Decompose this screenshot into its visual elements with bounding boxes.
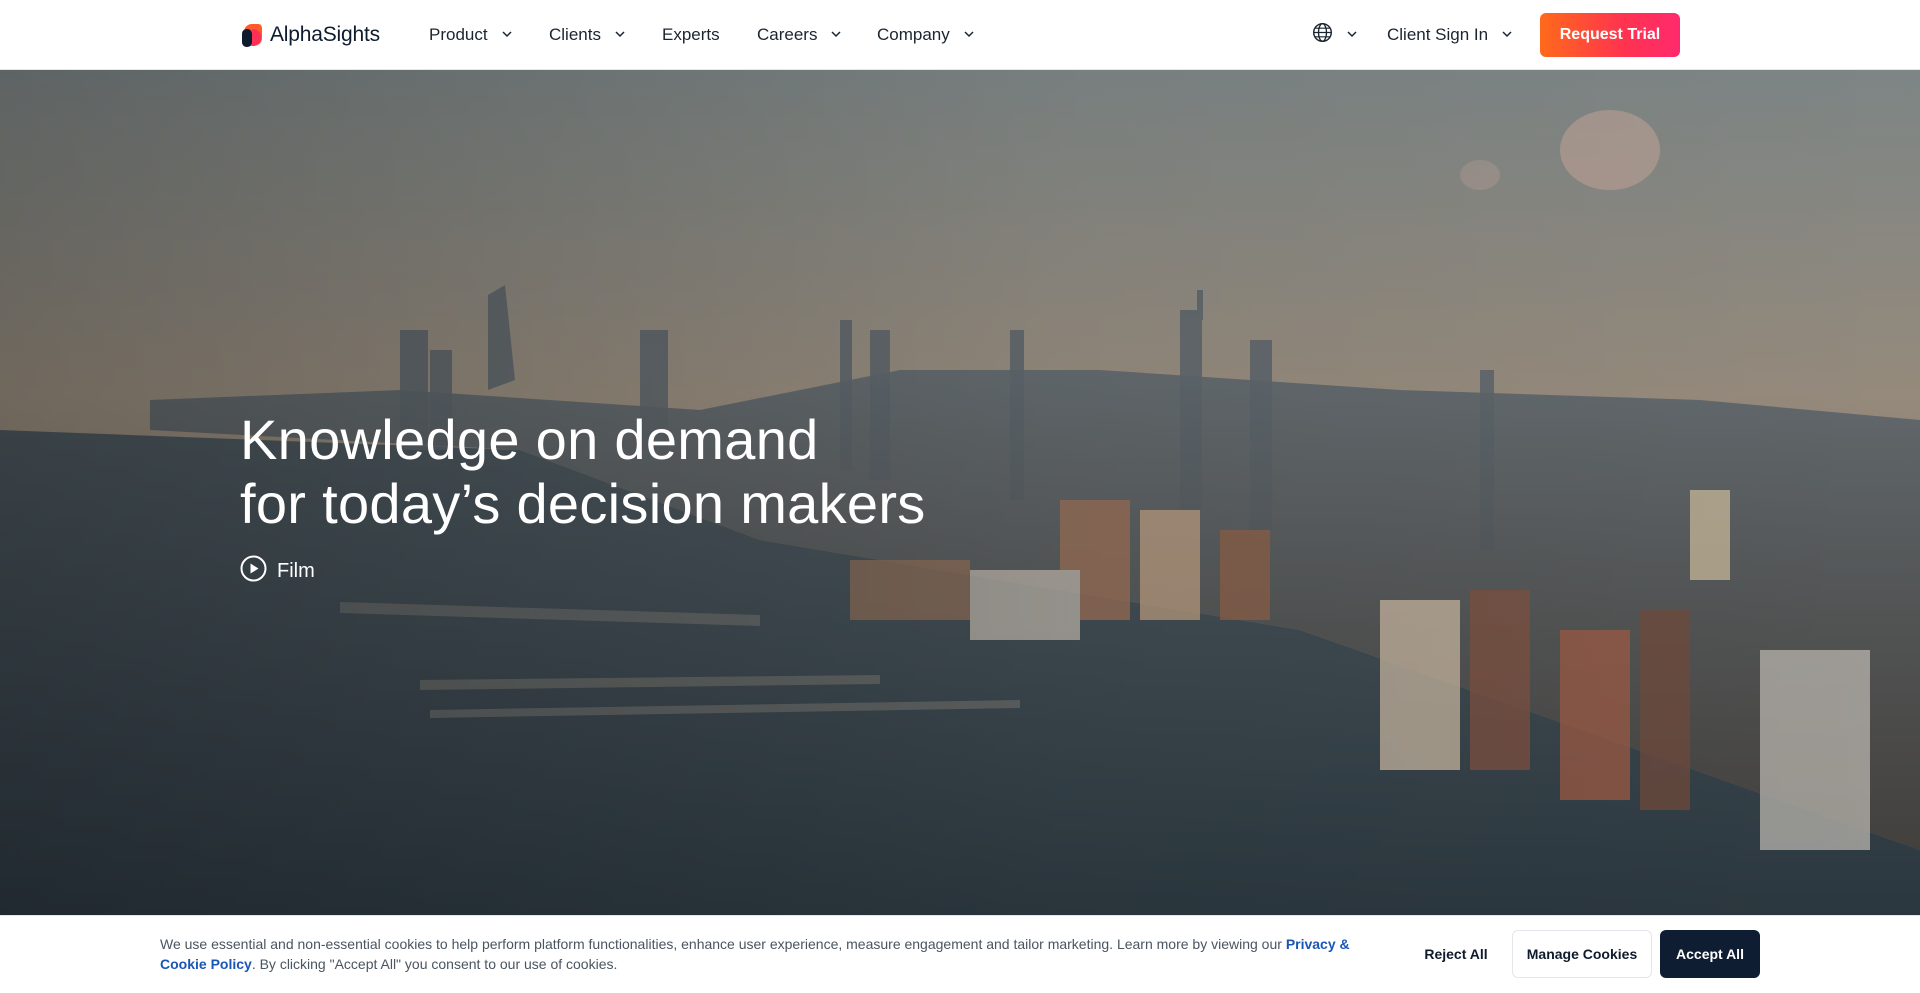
nav-experts[interactable]: Experts	[662, 0, 720, 70]
logo-mark-icon	[240, 22, 264, 48]
hero-headline: Knowledge on demand for today’s decision…	[240, 408, 1140, 536]
nav-experts-label: Experts	[662, 25, 720, 44]
nav-product[interactable]: Product	[429, 0, 512, 70]
chevron-down-icon	[831, 30, 841, 40]
chevron-down-icon	[502, 30, 512, 40]
film-play-button[interactable]: Film	[240, 555, 315, 587]
site-header: AlphaSights Product Clients Experts Care…	[0, 0, 1920, 70]
nav-clients-label: Clients	[549, 25, 601, 44]
nav-clients[interactable]: Clients	[549, 0, 625, 70]
client-sign-in[interactable]: Client Sign In	[1387, 0, 1512, 70]
manage-cookies-button[interactable]: Manage Cookies	[1512, 930, 1652, 978]
nav-careers-label: Careers	[757, 25, 818, 44]
chevron-down-icon	[964, 30, 974, 40]
play-circle-icon	[240, 555, 267, 587]
nav-careers[interactable]: Careers	[757, 0, 841, 70]
cookie-text-before: We use essential and non-essential cooki…	[160, 936, 1286, 952]
cookie-text-after: . By clicking "Accept All" you consent t…	[251, 956, 618, 972]
nav-product-label: Product	[429, 25, 488, 44]
language-selector[interactable]	[1312, 0, 1357, 70]
globe-icon	[1312, 22, 1333, 48]
cookie-banner: We use essential and non-essential cooki…	[0, 915, 1920, 993]
brand-name: AlphaSights	[270, 23, 380, 46]
chevron-down-icon	[1347, 30, 1357, 40]
film-label: Film	[277, 559, 315, 582]
accept-all-button[interactable]: Accept All	[1660, 930, 1760, 978]
chevron-down-icon	[615, 30, 625, 40]
alphasights-logo[interactable]: AlphaSights	[240, 21, 380, 49]
chevron-down-icon	[1502, 30, 1512, 40]
request-trial-button[interactable]: Request Trial	[1540, 13, 1680, 57]
hero-section: Knowledge on demand for today’s decision…	[0, 70, 1920, 993]
nav-company[interactable]: Company	[877, 0, 974, 70]
cookie-message: We use essential and non-essential cooki…	[160, 934, 1350, 974]
hero-headline-line-2: for today’s decision makers	[240, 472, 926, 535]
client-sign-in-label: Client Sign In	[1387, 25, 1489, 44]
hero-headline-line-1: Knowledge on demand	[240, 408, 819, 471]
nav-company-label: Company	[877, 25, 950, 44]
reject-all-button[interactable]: Reject All	[1412, 930, 1500, 978]
